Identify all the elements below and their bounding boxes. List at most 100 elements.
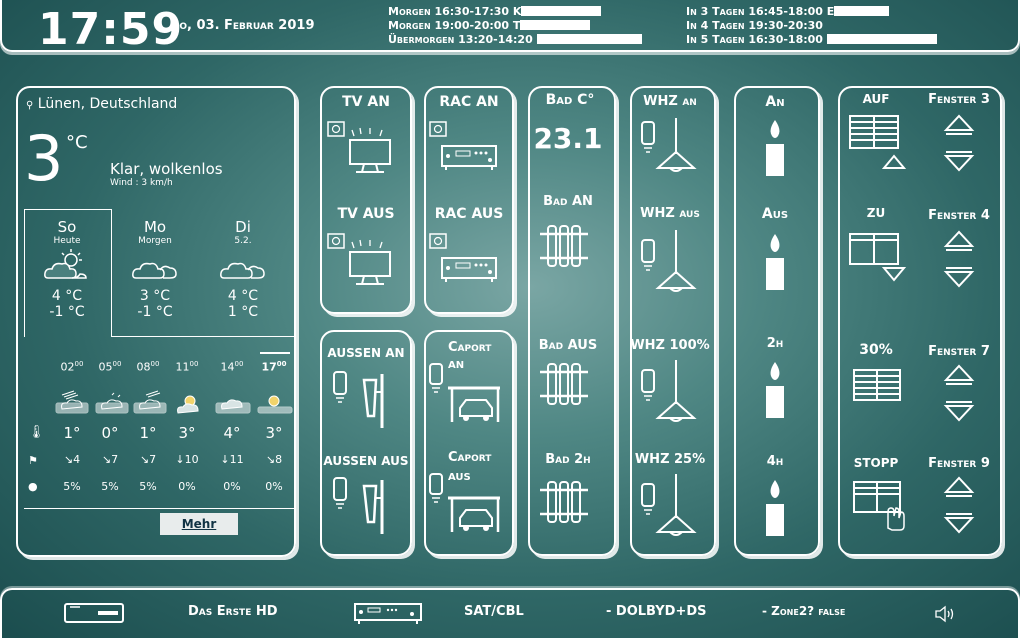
fenster7-label: Fenster 7 bbox=[928, 344, 990, 359]
day-high: 4 °C bbox=[51, 288, 83, 304]
arrow-up-icon[interactable] bbox=[943, 476, 975, 493]
bad-off-label: Bad AUS bbox=[538, 338, 598, 353]
hour-rain: 5% bbox=[139, 480, 157, 493]
hour-rain: 5% bbox=[63, 480, 81, 493]
appointment: Übermorgen 13:20-14:20 bbox=[388, 33, 533, 46]
channel-label: Das Erste HD bbox=[188, 604, 278, 619]
blind-stop-icon bbox=[853, 481, 905, 531]
raindrop-icon: ● bbox=[28, 480, 38, 493]
day-sub: Heute bbox=[53, 236, 81, 246]
forecast-day[interactable]: Mo Morgen 3 °C -1 °C bbox=[110, 218, 200, 320]
wind-info: Wind : 3 km/h bbox=[110, 178, 173, 188]
day-name: Mo bbox=[143, 218, 167, 236]
aussen-on-label: AUSSEN AN bbox=[327, 346, 405, 360]
search-icon: ⚲ bbox=[26, 100, 34, 111]
date: So, 03. Februar 2019 bbox=[170, 18, 315, 33]
blind-down-icon bbox=[849, 233, 907, 282]
radiator-icon bbox=[540, 481, 588, 523]
appointment: Morgen 16:30-17:30 K bbox=[388, 5, 522, 18]
day-divider bbox=[112, 336, 295, 337]
hour-label: 1100 bbox=[175, 360, 199, 374]
hour-temp: 0° bbox=[101, 424, 119, 442]
wind-flag-icon: ⚑ bbox=[28, 454, 38, 467]
blind-up-icon bbox=[849, 115, 907, 169]
caport-off-label: Caport bbox=[448, 450, 492, 465]
zone-label: - Zone2? false bbox=[762, 604, 846, 618]
arrow-down-icon[interactable] bbox=[943, 271, 975, 288]
fenster3-label: Fenster 3 bbox=[928, 92, 990, 107]
hour-wind: ↘8 bbox=[265, 453, 283, 466]
pendant-lamp-icon bbox=[641, 230, 697, 292]
hour-temp: 1° bbox=[139, 424, 157, 442]
day-high: 3 °C bbox=[139, 288, 171, 304]
arrow-down-icon[interactable] bbox=[943, 517, 975, 534]
fenster4-arrows bbox=[943, 230, 975, 288]
hour-rain: 0% bbox=[265, 480, 283, 493]
hour-temp: 3° bbox=[265, 424, 283, 442]
current-temp: 3 bbox=[24, 122, 64, 195]
hour-label: 0200 bbox=[60, 360, 84, 374]
bad-on-label: Bad AN bbox=[543, 194, 593, 209]
hour-rain: 0% bbox=[178, 480, 196, 493]
pendant-lamp-icon bbox=[641, 118, 697, 172]
tv-power-icon bbox=[327, 233, 391, 285]
tv-power-icon bbox=[327, 121, 391, 173]
temp-unit: °C bbox=[66, 132, 88, 153]
hour-temp: 3° bbox=[178, 424, 196, 442]
sound-mode-label: - DOLBYD+DS bbox=[606, 604, 707, 619]
hourly-weather-icons bbox=[55, 390, 293, 414]
blinds-stopp-label: STOPP bbox=[853, 456, 899, 470]
arrow-up-icon[interactable] bbox=[943, 364, 975, 381]
cloudy-icon bbox=[220, 262, 265, 279]
weather-divider bbox=[24, 508, 294, 509]
aussen-off-label: AUSSEN AUS bbox=[323, 454, 409, 468]
clock: 17:59 bbox=[38, 4, 184, 55]
arrow-up-icon[interactable] bbox=[943, 114, 975, 131]
hour-wind: ↘7 bbox=[101, 453, 119, 466]
candle-icon bbox=[766, 480, 784, 536]
fenster9-arrows bbox=[943, 476, 975, 534]
bad-temperature: 23.1 bbox=[533, 122, 603, 155]
bad-title: Bad C° bbox=[545, 92, 595, 108]
source-label: SAT/CBL bbox=[464, 604, 524, 619]
fenster7-arrows bbox=[943, 364, 975, 422]
tv-on-label: TV AN bbox=[342, 94, 390, 110]
blinds-30-label: 30% bbox=[859, 342, 893, 358]
whz-25-label: WHZ 25% bbox=[634, 452, 706, 467]
hour-temp: 1° bbox=[63, 424, 81, 442]
day-low: -1 °C bbox=[49, 304, 85, 320]
hour-wind: ↘7 bbox=[139, 453, 157, 466]
more-button[interactable]: Mehr bbox=[160, 513, 238, 535]
appointment: In 4 Tagen 19:30-20:30 bbox=[686, 19, 823, 32]
appointments-right: In 3 Tagen 16:45-18:00 E In 4 Tagen 19:3… bbox=[686, 5, 937, 47]
arrow-up-icon[interactable] bbox=[943, 230, 975, 247]
pendant-lamp-icon bbox=[641, 474, 697, 536]
hour-wind: ↘4 bbox=[63, 453, 81, 466]
forecast-day[interactable]: Di 5.2. 4 °C 1 °C bbox=[198, 218, 288, 320]
speaker-icon[interactable] bbox=[934, 605, 956, 623]
appointments-left: Morgen 16:30-17:30 K Morgen 19:00-20:00 … bbox=[388, 5, 642, 47]
caport-on-label: Caport bbox=[448, 340, 492, 355]
hour-rain: 5% bbox=[101, 480, 119, 493]
candle-4h-label: 4h bbox=[766, 454, 784, 469]
rac-on-label: RAC AN bbox=[439, 94, 499, 110]
candle-off-label: Aus bbox=[761, 206, 789, 222]
carport-light-icon bbox=[429, 363, 500, 422]
whz-100-label: WHZ 100% bbox=[630, 338, 710, 353]
candle-icon bbox=[766, 234, 784, 290]
arrow-down-icon[interactable] bbox=[943, 155, 975, 172]
weather-location[interactable]: ⚲ Lünen, Deutschland bbox=[26, 96, 177, 112]
hour-label: 1400 bbox=[220, 360, 244, 374]
blinds-auf-label: AUF bbox=[862, 92, 890, 106]
tv-off-label: TV AUS bbox=[337, 206, 395, 222]
hour-temp: 4° bbox=[223, 424, 241, 442]
bad-2h-label: Bad 2h bbox=[545, 452, 591, 467]
settop-box-icon[interactable] bbox=[64, 603, 124, 623]
receiver-icon[interactable] bbox=[354, 603, 422, 625]
appointment: In 5 Tagen 16:30-18:00 bbox=[686, 33, 823, 46]
candle-icon bbox=[766, 362, 784, 418]
pendant-lamp-icon bbox=[641, 360, 697, 422]
forecast-day[interactable]: So Heute 4 °C -1 °C bbox=[22, 218, 112, 320]
thermometer-icon: 🌡 bbox=[28, 425, 45, 440]
arrow-down-icon[interactable] bbox=[943, 405, 975, 422]
